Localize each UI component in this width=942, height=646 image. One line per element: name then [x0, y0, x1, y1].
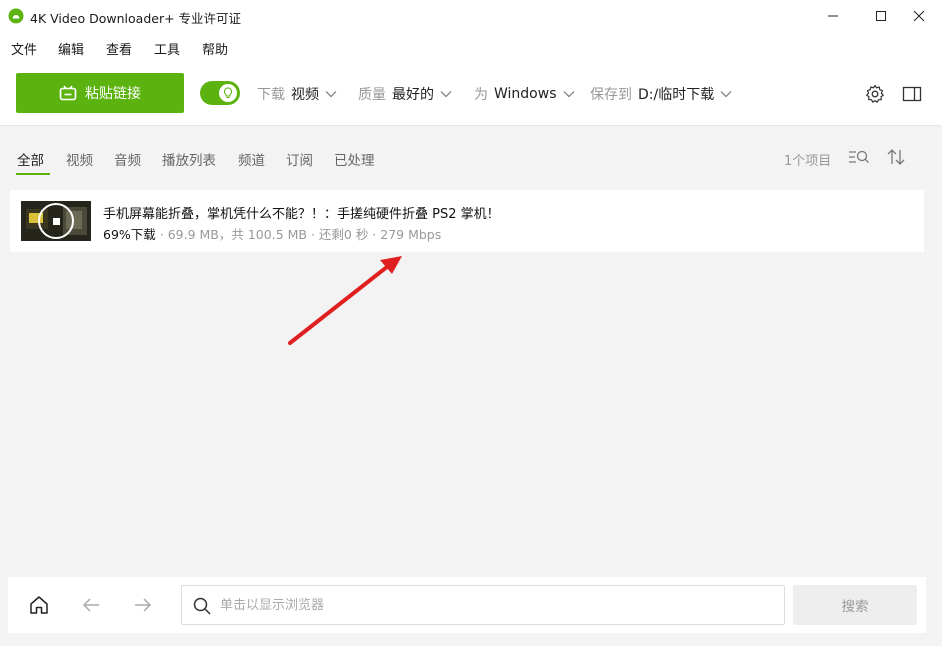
- active-tab-indicator: [16, 173, 50, 175]
- search-icon: [193, 597, 211, 615]
- quality-label: 质量: [358, 87, 386, 103]
- toolbar: 粘贴链接 下载 视频 质量 最好的 为 Windows 保存到 D:/临时下载: [0, 62, 942, 126]
- chevron-down-icon: [440, 91, 452, 98]
- download-progress-text: 69%下载: [103, 227, 156, 242]
- sort-icon[interactable]: [885, 148, 907, 166]
- quality-dropdown[interactable]: 质量 最好的: [358, 84, 452, 104]
- settings-gear-icon[interactable]: [865, 84, 885, 104]
- save-location-value: D:/临时下载: [638, 87, 715, 103]
- window-title: 4K Video Downloader+ 专业许可证: [30, 11, 242, 26]
- save-location-label: 保存到: [590, 87, 632, 103]
- tab-channels[interactable]: 频道: [238, 149, 265, 169]
- paste-link-icon: [59, 85, 77, 101]
- platform-label: 为: [474, 87, 488, 103]
- paste-link-button[interactable]: 粘贴链接: [16, 73, 184, 113]
- tab-subscriptions[interactable]: 订阅: [286, 149, 313, 169]
- stop-button[interactable]: [38, 203, 74, 239]
- minimize-icon: [828, 15, 838, 17]
- app-logo-icon: [8, 8, 24, 24]
- back-arrow-icon[interactable]: [80, 595, 102, 615]
- tab-video[interactable]: 视频: [66, 149, 93, 169]
- title-bar: 4K Video Downloader+ 专业许可证: [0, 0, 942, 32]
- search-list-icon[interactable]: [848, 148, 870, 166]
- download-type-label: 下载: [257, 87, 285, 103]
- menu-view[interactable]: 查看: [106, 39, 132, 58]
- menu-file[interactable]: 文件: [11, 39, 37, 58]
- tab-audio[interactable]: 音频: [114, 149, 141, 169]
- chevron-down-icon: [720, 91, 732, 98]
- quality-value: 最好的: [392, 87, 434, 103]
- tab-playlists[interactable]: 播放列表: [162, 149, 216, 169]
- filter-tabs: 全部 视频 音频 播放列表 频道 订阅 已处理 1个项目: [0, 140, 942, 176]
- chevron-down-icon: [325, 91, 337, 98]
- toggle-knob: [219, 84, 237, 102]
- forward-arrow-icon[interactable]: [132, 595, 154, 615]
- menu-edit[interactable]: 编辑: [58, 39, 84, 58]
- download-status: 69%下载 · 69.9 MB，共 100.5 MB · 还剩0 秒 · 279…: [103, 224, 441, 243]
- download-list-item[interactable]: 手机屏幕能折叠，掌机凭什么不能？！：手搓纯硬件折叠 PS2 掌机！ 69%下载 …: [10, 190, 924, 252]
- menu-tools[interactable]: 工具: [154, 39, 180, 58]
- browser-search-input[interactable]: [220, 586, 780, 624]
- tab-all[interactable]: 全部: [17, 149, 44, 169]
- browser-search-box[interactable]: [181, 585, 785, 625]
- download-type-dropdown[interactable]: 下载 视频: [257, 84, 337, 104]
- close-icon: [913, 10, 925, 22]
- minimize-button[interactable]: [810, 0, 856, 32]
- smart-mode-toggle[interactable]: [200, 81, 240, 105]
- platform-dropdown[interactable]: 为 Windows: [474, 84, 575, 104]
- download-title: 手机屏幕能折叠，掌机凭什么不能？！：手搓纯硬件折叠 PS2 掌机！: [103, 207, 500, 222]
- home-icon[interactable]: [28, 595, 50, 615]
- tab-processed[interactable]: 已处理: [334, 149, 375, 169]
- download-type-value: 视频: [291, 87, 319, 103]
- chevron-down-icon: [563, 91, 574, 98]
- sidebar-panel-icon[interactable]: [902, 84, 922, 104]
- menu-help[interactable]: 帮助: [202, 39, 228, 58]
- menu-bar: 文件 编辑 查看 工具 帮助: [0, 32, 942, 62]
- search-button[interactable]: 搜索: [793, 585, 917, 625]
- paste-link-label: 粘贴链接: [85, 86, 141, 102]
- close-button[interactable]: [896, 0, 942, 32]
- bottom-browser-bar: 搜索: [8, 577, 926, 633]
- video-thumbnail[interactable]: [21, 201, 91, 241]
- lightbulb-icon: [223, 87, 233, 98]
- red-arrow-annotation: [288, 256, 402, 345]
- save-location-dropdown[interactable]: 保存到 D:/临时下载: [590, 84, 732, 104]
- maximize-icon: [876, 11, 886, 21]
- stop-icon: [52, 217, 60, 225]
- download-size-speed: · 69.9 MB，共 100.5 MB · 还剩0 秒 · 279 Mbps: [155, 227, 442, 242]
- item-count: 1个项目: [784, 154, 832, 169]
- platform-value: Windows: [494, 86, 557, 102]
